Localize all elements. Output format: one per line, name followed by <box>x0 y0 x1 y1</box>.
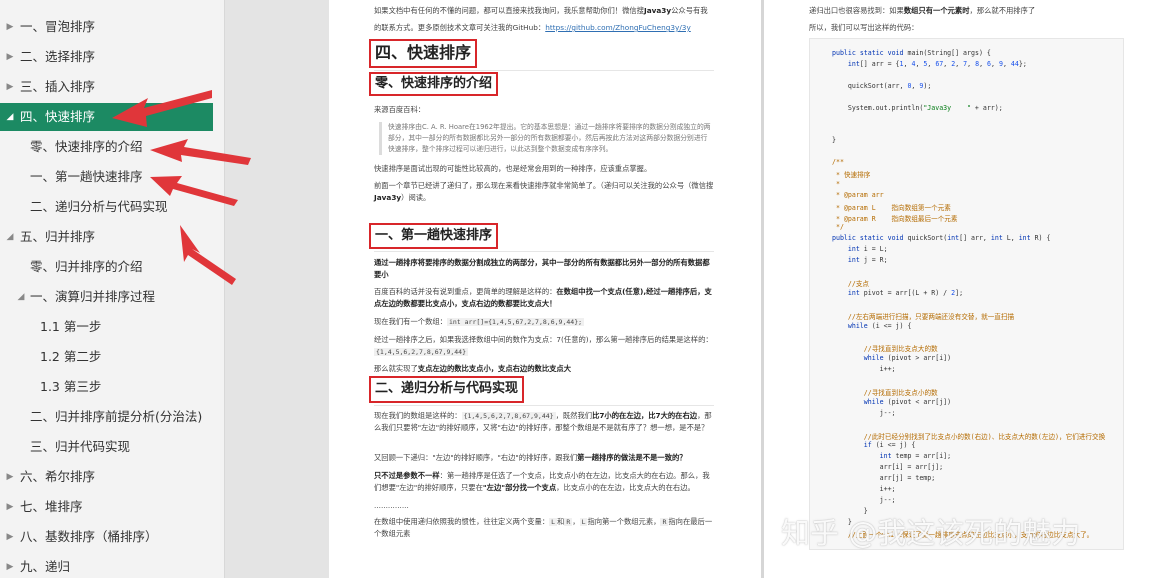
zhihu-watermark: 知乎 @我这该死的魅力 <box>781 516 1081 550</box>
code-line: //此时已经分别找到了比支点小的数(右边)、比支点大的数(左边)，它们进行交换 <box>832 432 1106 441</box>
code-line: j--; <box>832 495 896 504</box>
code-line: } <box>832 136 836 145</box>
code-line: //寻找直到比支点大的数 <box>832 345 938 354</box>
heading-quick-intro: 零、快速排序的介绍 <box>369 72 499 96</box>
code-line: * <box>832 179 840 188</box>
nav-item-step-1[interactable]: 1.1 第一步 <box>0 313 213 341</box>
nav-item-quick-recursion[interactable]: 二、递归分析与代码实现 <box>0 193 213 221</box>
intro-paragraph: 如果文档中有任何的不懂的问题，都可以直接来找我询问，我乐意帮助你们！微信搜Jav… <box>374 6 708 15</box>
heading-recursion: 二、递归分析与代码实现 <box>369 376 525 403</box>
heading-rule <box>374 251 714 252</box>
nav-item-merge-premise[interactable]: 二、归并排序前提分析(分治法) <box>0 403 213 431</box>
expand-icon[interactable]: ▶ <box>5 13 15 41</box>
nav-item-bubble-sort[interactable]: ▶ 一、冒泡排序 <box>0 13 213 41</box>
code-line: int i = L; <box>847 245 888 254</box>
code-line: if (i <= j) { <box>863 441 916 450</box>
code-line: //左右两端进行扫描，只要两端还没有交替，就一直扫描 <box>832 312 1015 321</box>
code-line: while (pivot > arr[i]) <box>863 354 952 363</box>
document-page-1[interactable]: 如果文档中有任何的不懂的问题，都可以直接来找我询问，我乐意帮助你们！微信搜Jav… <box>329 0 761 578</box>
expand-icon[interactable]: ▶ <box>5 463 15 491</box>
code-line: quickSort(arr, 0, 9); <box>832 81 932 90</box>
code-line: int j = R; <box>847 256 888 265</box>
nav-item-insertion-sort[interactable]: ▶ 三、插入排序 <box>0 73 213 101</box>
code-line: */ <box>832 223 844 232</box>
recursion-paragraph-2: 又回顾一下递归："左边"的排好顺序，"右边"的排好序，跟我们第一趟排序的做法是不… <box>374 453 687 462</box>
previous-chapter-paragraph: 前面一个章节已经讲了递归了，那么现在来看快速排序就非常简单了。（递归可以关注我的… <box>374 181 714 202</box>
document-page-2[interactable]: 递归出口也很容易找到：如果数组只有一个元素时，那么就不用排序了 所以，我们可以写… <box>764 0 1157 578</box>
heading-first-pass: 一、第一趟快速排序 <box>369 223 499 249</box>
code-line: //支点 <box>832 279 870 288</box>
heading-rule <box>374 405 714 406</box>
nav-item-recursion[interactable]: ▶ 九、递归 <box>0 553 213 578</box>
expand-icon[interactable]: ▶ <box>5 73 15 101</box>
nav-item-step-2[interactable]: 1.2 第二步 <box>0 343 213 371</box>
baidu-quote: 快速排序由C. A. R. Hoare在1962年提出。它的基本思想是：通过一趟… <box>379 122 714 155</box>
nav-item-selection-sort[interactable]: ▶ 二、选择排序 <box>0 43 213 71</box>
expand-icon[interactable]: ▶ <box>5 493 15 521</box>
outline-sidebar: ▶ 一、冒泡排序 ▶ 二、选择排序 ▶ 三、插入排序 ◢ 四、快速排序 零、快速排序的介… <box>0 0 225 578</box>
collapse-icon[interactable]: ◢ <box>16 283 26 311</box>
recursion-exit-paragraph: 递归出口也很容易找到：如果数组只有一个元素时，那么就不用排序了 <box>809 6 1036 15</box>
heading-rule <box>374 70 714 71</box>
heading-quick-sort: 四、快速排序 <box>369 39 478 68</box>
expand-icon[interactable]: ▶ <box>5 43 15 71</box>
recursion-paragraph-1: 现在我们的数组是这样的： {1,4,5,6,2,7,8,67,9,44} ，既然我们… <box>374 411 712 432</box>
collapse-icon[interactable]: ◢ <box>5 103 15 131</box>
source-label: 来源百度百科： <box>374 105 426 114</box>
ellipsis-line: ............... <box>374 501 409 510</box>
interview-paragraph: 快速排序是面试出现的可能性比较高的，也是经常会用到的一种排序，应该重点掌握。 <box>374 164 652 173</box>
nav-item-shell-sort[interactable]: ▶ 六、希尔排序 <box>0 463 213 491</box>
nav-item-merge-intro[interactable]: 零、归并排序的介绍 <box>0 253 213 281</box>
code-line: while (i <= j) { <box>847 321 912 330</box>
code-line: int[] arr = {1, 4, 5, 67, 2, 7, 8, 6, 9,… <box>847 59 1027 68</box>
code-line: arr[j] = temp; <box>832 474 936 483</box>
code-line: * @param R 指向数组最后一个元素 <box>832 214 958 223</box>
code-line: //寻找直到比支点小的数 <box>832 388 938 397</box>
code-line: i++; <box>832 485 896 493</box>
nav-item-quick-sort[interactable]: ◢ 四、快速排序 <box>0 103 213 131</box>
nav-item-merge-code[interactable]: 三、归并代码实现 <box>0 433 213 461</box>
nav-item-merge-process[interactable]: ◢ 一、演算归并排序过程 <box>0 283 213 311</box>
code-line: public static void quickSort(int[] arr, … <box>832 234 1051 243</box>
recursion-paragraph-3: 只不过是参数不一样：第一趟排序是任选了一个支点，比支点小的在左边，比支点大的在右… <box>374 471 710 492</box>
expand-icon[interactable]: ▶ <box>5 553 15 578</box>
code-line: System.out.println("Java3y " + arr); <box>832 103 1003 112</box>
code-line: * @param L 指向数组第一个元素 <box>832 203 951 212</box>
github-link[interactable]: https://github.com/ZhongFuCheng3y/3y <box>545 23 691 32</box>
collapse-icon[interactable]: ◢ <box>5 223 15 251</box>
document-background <box>225 0 329 578</box>
nav-item-quick-first-pass[interactable]: 一、第一趟快速排序 <box>0 163 213 191</box>
after-pass-paragraph: 经过一趟排序之后，如果我选择数组中间的数作为支点：7(任意的)，那么第一趟排序后… <box>374 335 713 356</box>
nav-item-radix-sort[interactable]: ▶ 八、基数排序（桶排序） <box>0 523 213 551</box>
nav-item-heap-sort[interactable]: ▶ 七、堆排序 <box>0 493 213 521</box>
recursion-paragraph-4: 在数组中使用递归依照我的惯性，往往定义两个变量： L 和 R， L 指向第一个数组元素， R… <box>374 517 713 538</box>
code-line: int pivot = arr[(L + R) / 2]; <box>847 288 964 297</box>
realized-paragraph: 那么就实现了支点左边的数比支点小，支点右边的数比支点大 <box>374 364 572 373</box>
code-line: while (pivot < arr[j]) <box>863 397 952 406</box>
array-paragraph: 现在我们有一个数组： int arr[]={1,4,5,67,2,7,8,6,9,… <box>374 317 585 326</box>
nav-item-step-3[interactable]: 1.3 第三步 <box>0 373 213 401</box>
code-line: * 快速排序 <box>832 170 871 179</box>
nav-item-quick-intro[interactable]: 零、快速排序的介绍 <box>0 133 213 161</box>
github-paragraph: 的联系方式。更多原创技术文章可关注我的GitHub：https://github… <box>374 23 691 32</box>
code-line: public static void main(String[] args) { <box>832 49 991 57</box>
expand-icon[interactable]: ▶ <box>5 523 15 551</box>
nav-item-merge-sort[interactable]: ◢ 五、归并排序 <box>0 223 213 251</box>
code-line: /** <box>832 158 844 166</box>
code-line: * @param arr <box>832 190 884 199</box>
code-line: arr[i] = arr[j]; <box>832 463 944 472</box>
code-line: j--; <box>832 408 896 417</box>
code-line: i++; <box>832 365 896 374</box>
code-intro-paragraph: 所以，我们可以写出这样的代码： <box>809 23 919 32</box>
code-line: int temp = arr[i]; <box>879 452 952 461</box>
baidu-explanation: 百度百科的话并没有说到重点，更简单的理解是这样的：在数组中找一个支点(任意),经… <box>374 287 712 308</box>
first-pass-summary: 通过一趟排序将要排序的数据分割成独立的两部分，其中一部分的所有数据都比另外一部分… <box>374 258 710 279</box>
quicksort-code-block[interactable]: public static void main(String[] args) {… <box>809 38 1124 550</box>
